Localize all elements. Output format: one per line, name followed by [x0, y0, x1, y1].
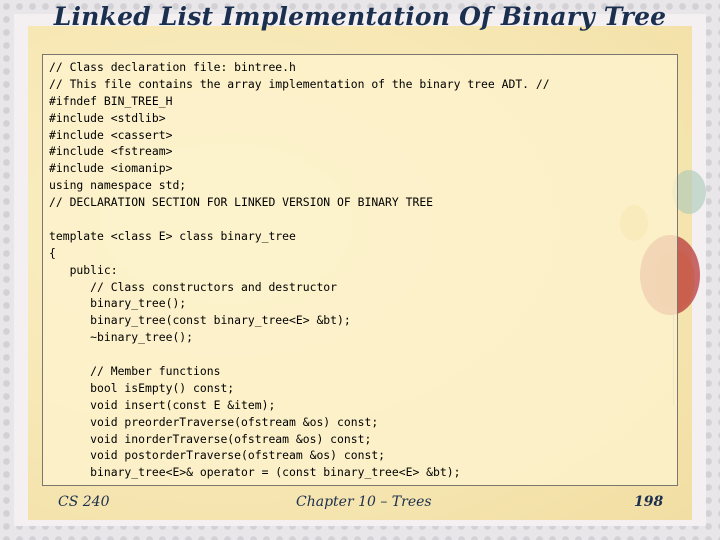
code-line: #include <stdlib>: [49, 110, 166, 125]
code-line: binary_tree(const binary_tree<E> &bt);: [49, 313, 351, 328]
code-line: void postorderTraverse(ofstream &os) con…: [49, 448, 386, 463]
code-line: binary_tree();: [49, 296, 187, 311]
code-line: bool isEmpty() const;: [49, 380, 235, 395]
code-line: // Member functions: [49, 364, 221, 379]
code-line: // This file contains the array implemen…: [49, 76, 550, 91]
code-line: binary_tree<E>& operator = (const binary…: [49, 465, 461, 480]
code-line: public:: [49, 262, 118, 277]
code-line: #include <fstream>: [49, 144, 173, 159]
footer-chapter: Chapter 10 – Trees: [296, 494, 432, 510]
code-line: #include <cassert>: [49, 127, 173, 142]
code-line: template <class E> class binary_tree: [49, 228, 296, 243]
code-line: // DECLARATION SECTION FOR LINKED VERSIO…: [49, 195, 434, 210]
footer-page-number: 198: [634, 494, 664, 510]
code-line: #include <iomanip>: [49, 161, 173, 176]
footer-course: CS 240: [58, 494, 110, 510]
code-line: {: [49, 245, 56, 260]
code-block: // Class declaration file: bintree.h // T…: [42, 54, 678, 486]
code-line: #ifndef BIN_TREE_H: [49, 93, 173, 108]
code-line: using namespace std;: [49, 178, 187, 193]
code-line: void preorderTraverse(ofstream &os) cons…: [49, 414, 379, 429]
slide-title: Linked List Implementation Of Binary Tre…: [53, 2, 667, 31]
code-line: void insert(const E &item);: [49, 397, 276, 412]
code-line: ~binary_tree();: [49, 330, 194, 345]
code-listing: // Class declaration file: bintree.h // T…: [49, 59, 677, 481]
code-line: // Class constructors and destructor: [49, 279, 338, 294]
code-line: void inorderTraverse(ofstream &os) const…: [49, 431, 372, 446]
code-line: // Class declaration file: bintree.h: [49, 60, 296, 74]
